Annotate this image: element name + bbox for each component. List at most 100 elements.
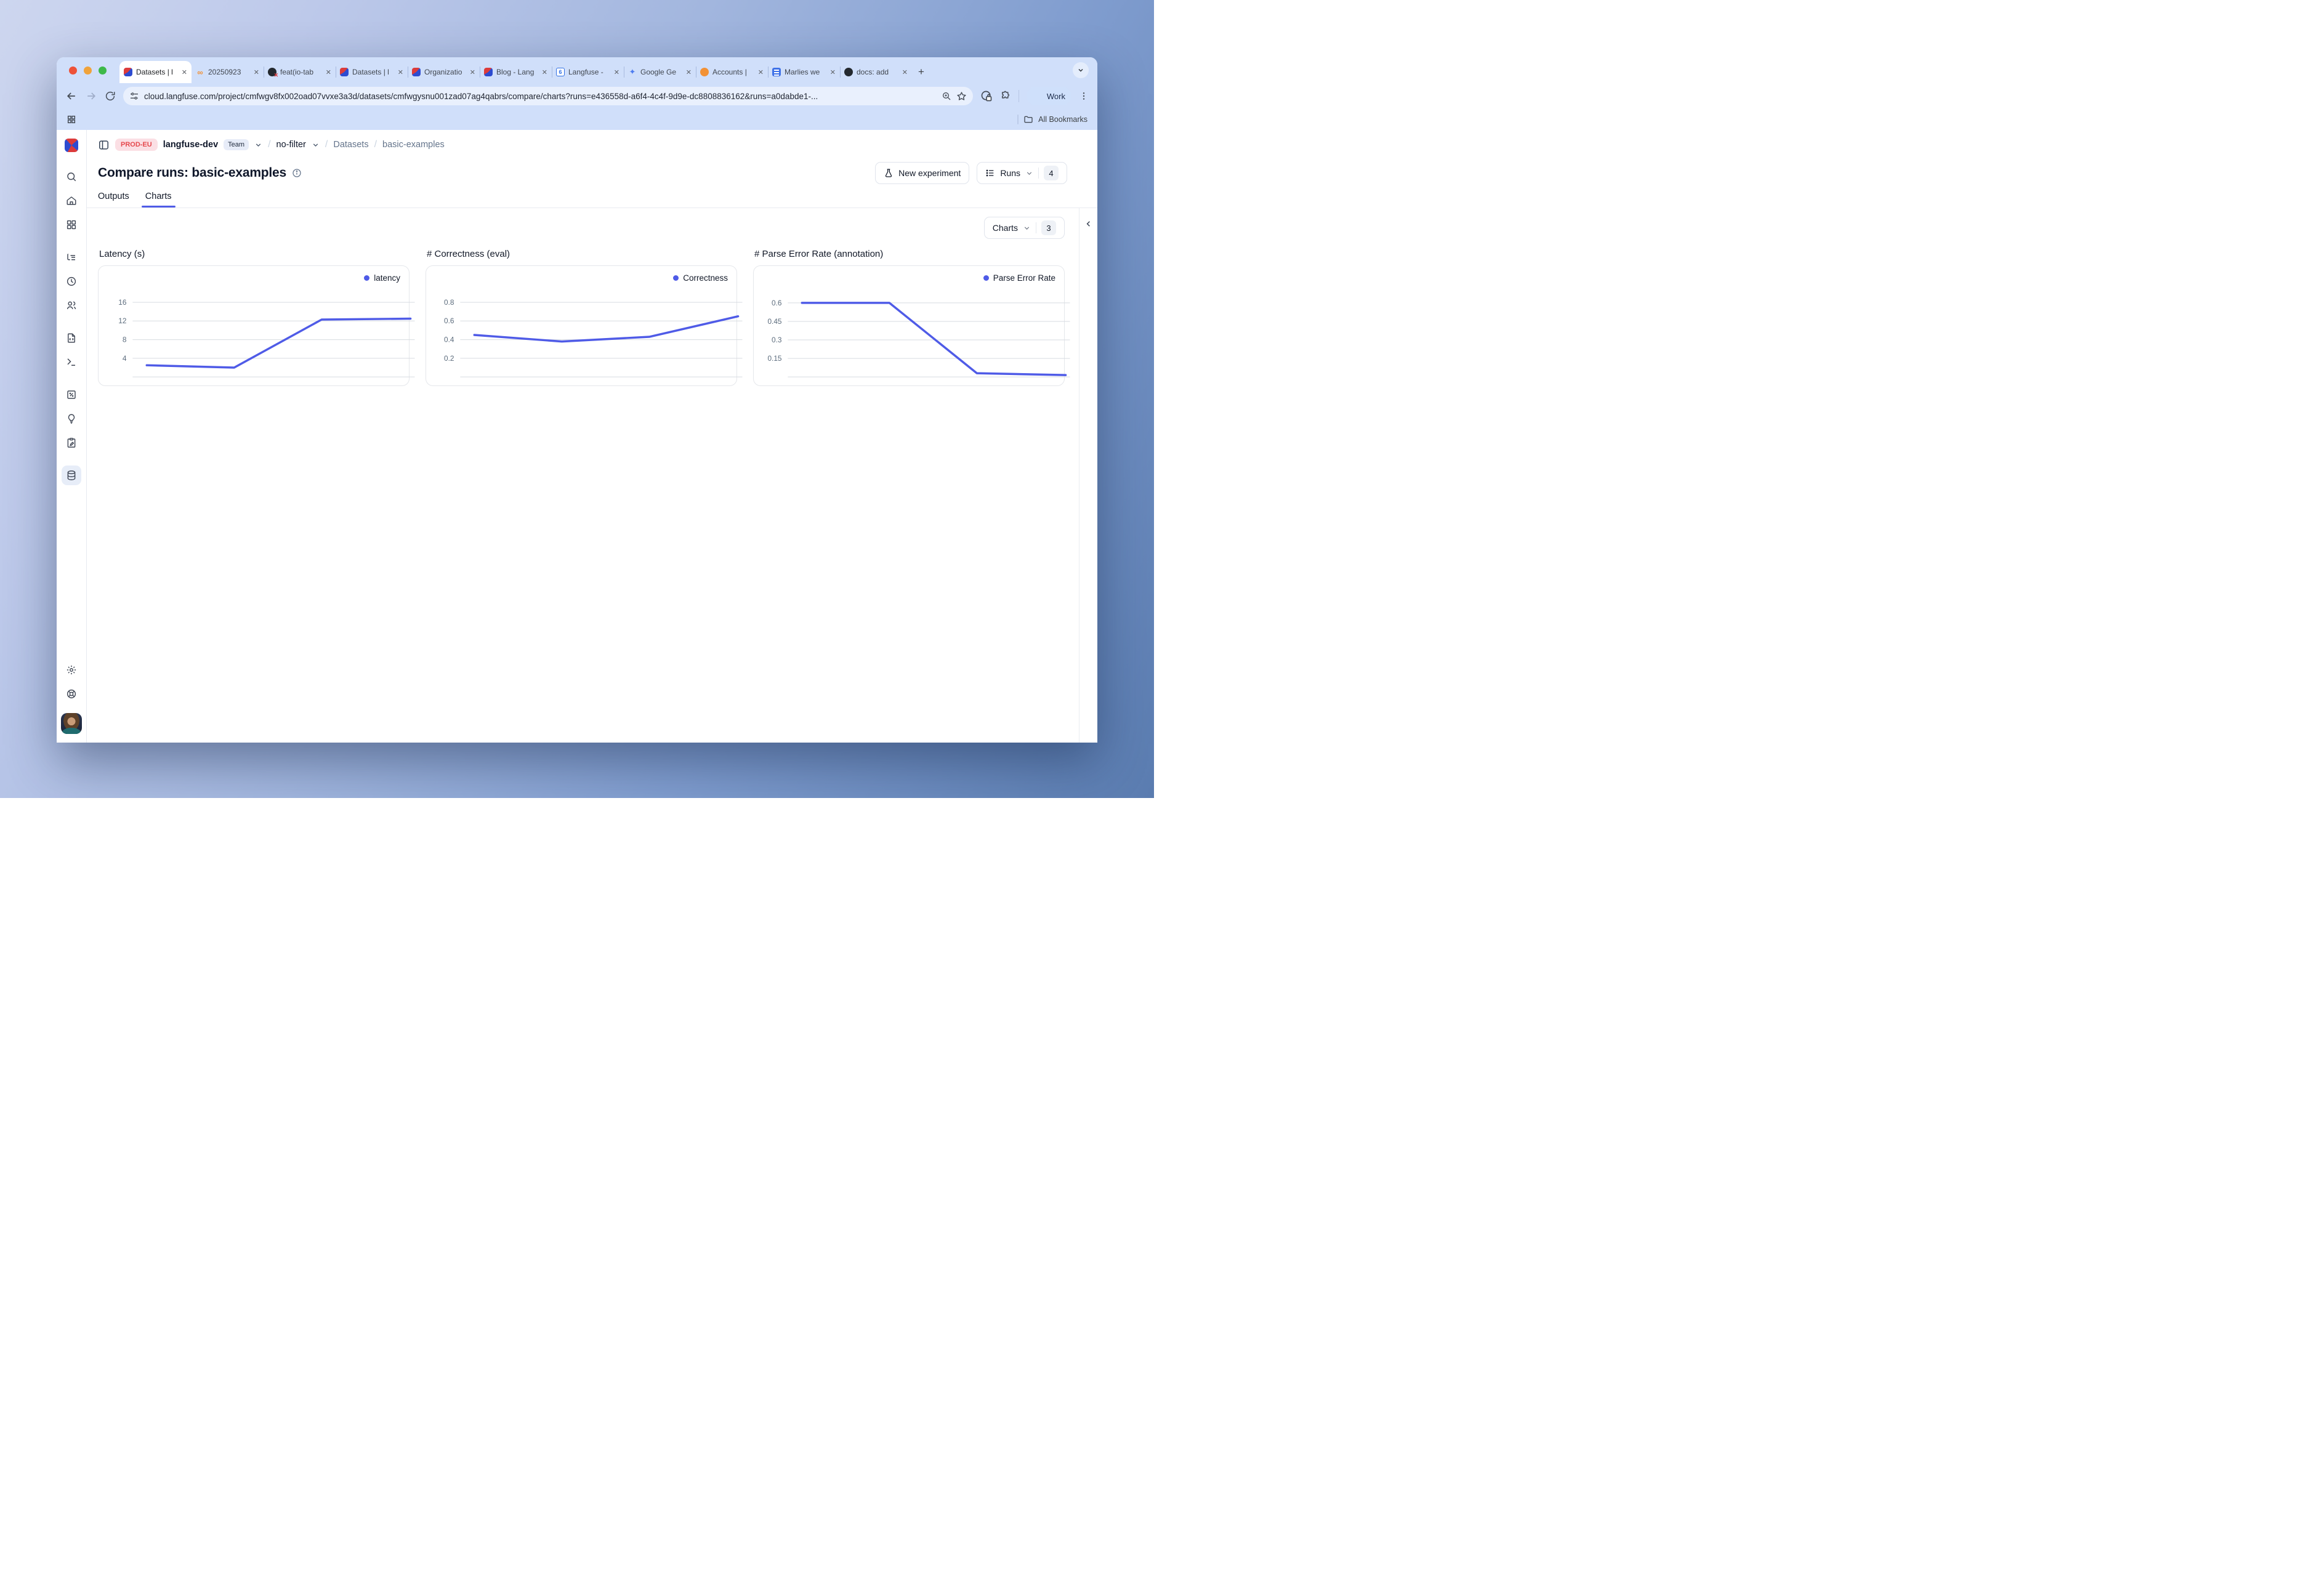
breadcrumb-dataset-link[interactable]: basic-examples: [382, 140, 445, 150]
support-lifebuoy-icon[interactable]: [62, 684, 81, 704]
organization-name[interactable]: langfuse-dev: [163, 140, 218, 150]
playground-terminal-icon[interactable]: [62, 352, 81, 372]
legend-dot-icon: [673, 275, 679, 281]
extensions-icon[interactable]: [1000, 91, 1011, 102]
github-check-failed-icon: [268, 68, 276, 76]
evaluation-percent-icon[interactable]: [62, 385, 81, 405]
browser-profile-button[interactable]: Work: [1027, 87, 1071, 105]
page-title: Compare runs: basic-examples: [98, 166, 286, 180]
close-tab-icon[interactable]: ✕: [614, 68, 619, 76]
project-name[interactable]: no-filter: [276, 140, 306, 150]
browser-tab[interactable]: feat(io-tab ✕: [264, 61, 336, 83]
sidebar-toggle-icon[interactable]: [98, 139, 110, 151]
browser-tab-active[interactable]: Datasets | l ✕: [119, 61, 192, 83]
site-settings-icon[interactable]: [129, 91, 139, 101]
runs-selector-button[interactable]: Runs 4: [977, 162, 1067, 184]
close-tab-icon[interactable]: ✕: [398, 68, 403, 76]
privacy-badge-icon[interactable]: [980, 90, 993, 102]
project-chevron-down-icon[interactable]: [312, 141, 320, 149]
annotation-clipboard-pen-icon[interactable]: [62, 433, 81, 453]
sessions-clock-icon[interactable]: [62, 272, 81, 291]
dashboard-icon[interactable]: [62, 215, 81, 235]
tab-label: Langfuse -: [568, 68, 610, 76]
browser-tab[interactable]: 6 Langfuse - ✕: [552, 61, 624, 83]
new-experiment-button[interactable]: New experiment: [875, 162, 969, 184]
tab-label: 20250923: [208, 68, 250, 76]
new-tab-button[interactable]: +: [918, 66, 924, 78]
forward-icon[interactable]: [85, 90, 97, 102]
breadcrumb-separator: /: [374, 139, 377, 150]
browser-tab[interactable]: Blog - Lang ✕: [480, 61, 552, 83]
chart-title: Latency (s): [99, 249, 410, 259]
orange-app-icon: [700, 68, 709, 76]
info-icon[interactable]: [292, 168, 302, 178]
tab-search-chevron-icon[interactable]: [1073, 62, 1089, 78]
environment-badge[interactable]: PROD-EU: [115, 139, 158, 151]
browser-toolbar: cloud.langfuse.com/project/cmfwgv8fx002o…: [57, 83, 1097, 109]
close-tab-icon[interactable]: ✕: [758, 68, 764, 76]
browser-tab[interactable]: ∞ 20250923 ✕: [192, 61, 264, 83]
runs-count-badge: 4: [1044, 166, 1059, 180]
browser-tab[interactable]: Accounts | ✕: [696, 61, 768, 83]
datasets-database-icon[interactable]: [62, 465, 81, 485]
browser-tab[interactable]: Datasets | l ✕: [336, 61, 408, 83]
close-window-button[interactable]: [69, 66, 77, 75]
legend-label: Correctness: [683, 273, 728, 283]
browser-tab[interactable]: Organizatio ✕: [408, 61, 480, 83]
chart-card: Correctness 0.20.40.60.8: [426, 265, 737, 386]
tracing-list-tree-icon[interactable]: [62, 248, 81, 267]
breadcrumb-datasets-link[interactable]: Datasets: [333, 140, 368, 150]
google-calendar-icon: 6: [556, 68, 565, 76]
tab-label: Accounts |: [712, 68, 754, 76]
svg-text:0.6: 0.6: [772, 299, 782, 307]
profile-name: Work: [1047, 92, 1065, 101]
window-controls[interactable]: [69, 66, 107, 75]
close-tab-icon[interactable]: ✕: [254, 68, 259, 76]
chart-legend: Parse Error Rate: [983, 273, 1055, 283]
close-tab-icon[interactable]: ✕: [470, 68, 475, 76]
home-icon[interactable]: [62, 191, 81, 211]
maximize-window-button[interactable]: [99, 66, 107, 75]
close-tab-icon[interactable]: ✕: [686, 68, 692, 76]
back-icon[interactable]: [65, 90, 78, 102]
search-icon[interactable]: [62, 167, 81, 187]
browser-window: Datasets | l ✕ ∞ 20250923 ✕ feat(io-tab …: [57, 57, 1097, 743]
langfuse-icon: [340, 68, 349, 76]
close-tab-icon[interactable]: ✕: [830, 68, 836, 76]
chart-block-parse-error-rate: # Parse Error Rate (annotation) Parse Er…: [753, 249, 1065, 386]
minimize-window-button[interactable]: [84, 66, 92, 75]
langfuse-logo-icon[interactable]: [63, 137, 79, 153]
all-bookmarks-button[interactable]: All Bookmarks: [1038, 115, 1087, 124]
settings-gear-icon[interactable]: [62, 660, 81, 680]
org-chevron-down-icon[interactable]: [254, 141, 262, 149]
bookmark-star-icon[interactable]: [956, 91, 967, 102]
browser-tab[interactable]: docs: add ✕: [840, 61, 912, 83]
lightbulb-icon[interactable]: [62, 409, 81, 429]
tab-outputs[interactable]: Outputs: [98, 191, 129, 208]
browser-tab[interactable]: ✦ Google Ge ✕: [624, 61, 696, 83]
reload-icon[interactable]: [105, 91, 116, 102]
charts-content: Charts 3 Latency (s): [87, 208, 1097, 743]
close-tab-icon[interactable]: ✕: [542, 68, 547, 76]
address-bar[interactable]: cloud.langfuse.com/project/cmfwgv8fx002o…: [123, 87, 973, 105]
charts-selector-button[interactable]: Charts 3: [984, 217, 1065, 239]
browser-tab[interactable]: Marlies we ✕: [768, 61, 840, 83]
apps-grid-icon[interactable]: [67, 115, 76, 124]
tab-label: Google Ge: [640, 68, 682, 76]
close-tab-icon[interactable]: ✕: [326, 68, 331, 76]
collapse-panel-chevron-left-icon[interactable]: [1084, 219, 1093, 229]
prompts-file-code-icon[interactable]: [62, 328, 81, 348]
github-icon: [844, 68, 853, 76]
url-text[interactable]: cloud.langfuse.com/project/cmfwgv8fx002o…: [144, 92, 937, 101]
charts-area: Charts 3 Latency (s): [87, 208, 1079, 743]
tab-charts[interactable]: Charts: [145, 191, 172, 208]
close-tab-icon[interactable]: ✕: [902, 68, 908, 76]
view-tabs: Outputs Charts: [87, 184, 1097, 208]
user-avatar[interactable]: [61, 713, 82, 734]
close-tab-icon[interactable]: ✕: [182, 68, 187, 76]
users-icon[interactable]: [62, 296, 81, 315]
legend-dot-icon: [364, 275, 369, 281]
browser-tabs: Datasets | l ✕ ∞ 20250923 ✕ feat(io-tab …: [119, 61, 912, 83]
browser-menu-icon[interactable]: [1079, 91, 1089, 101]
zoom-icon[interactable]: [942, 91, 951, 101]
